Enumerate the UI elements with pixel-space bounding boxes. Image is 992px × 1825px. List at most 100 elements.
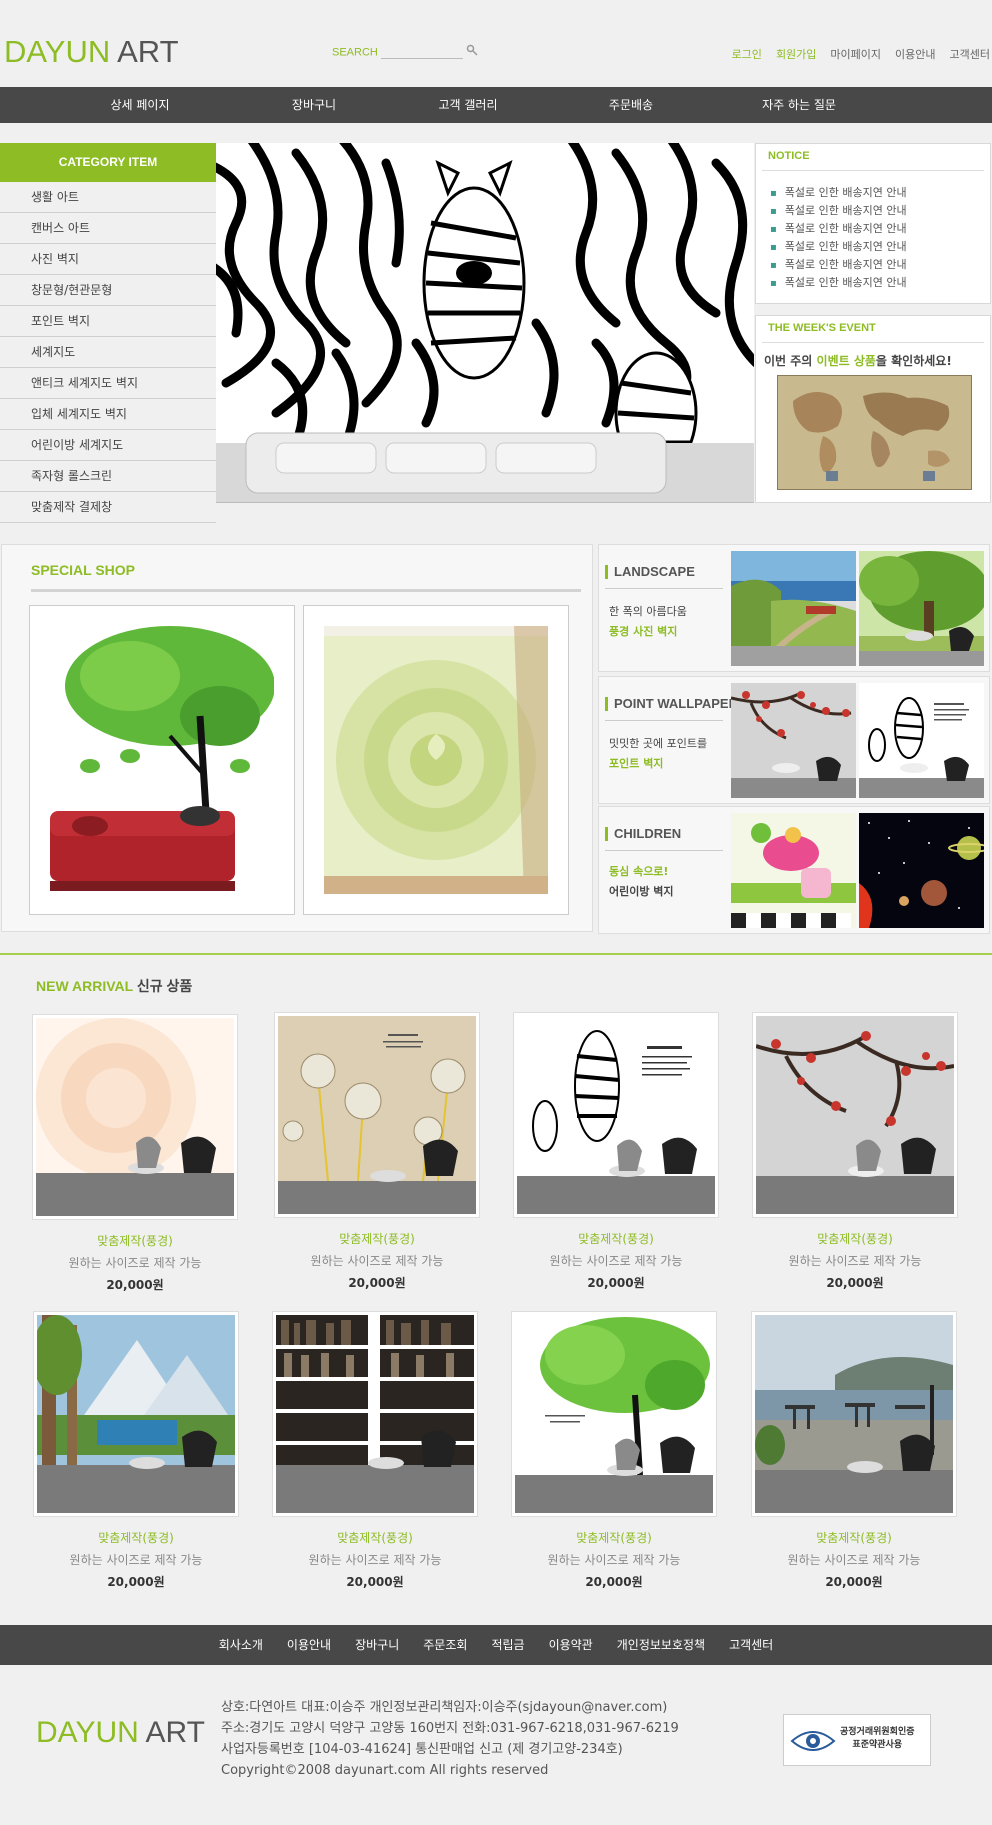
nav-gallery[interactable]: 고객 갤러리 [348, 87, 588, 123]
product-price: 20,000원 [348, 1276, 406, 1290]
guide-link[interactable]: 이용안내 [895, 46, 935, 62]
product-image-terrace-lake[interactable] [751, 1311, 957, 1517]
children-thumb-cartoon[interactable] [731, 813, 856, 928]
footer-link-company[interactable]: 회사소개 [219, 1625, 263, 1665]
search-input[interactable] [380, 46, 463, 59]
logo-dark: ART [117, 34, 179, 69]
landscape-line2: 풍경 사진 벽지 [609, 625, 678, 638]
notice-item[interactable]: 폭설로 인한 배송지연 안내 [770, 274, 990, 292]
category-title: CATEGORY ITEM [0, 143, 216, 182]
product-card[interactable]: 맞춤제작(풍경) 원하는 사이즈로 제작 가능 20,000원 [270, 1311, 480, 1590]
footer-link-order[interactable]: 주문조회 [423, 1625, 467, 1665]
nav-detail[interactable]: 상세 페이지 [0, 87, 280, 123]
product-price: 20,000원 [826, 1276, 884, 1290]
search-icon[interactable] [466, 44, 478, 56]
mypage-link[interactable]: 마이페이지 [830, 46, 881, 62]
point-thumb-zebra[interactable] [859, 683, 984, 798]
product-image-bookshelf[interactable] [272, 1311, 478, 1517]
product-image-mountain-lake[interactable] [33, 1311, 239, 1517]
notice-item[interactable]: 폭설로 인한 배송지연 안내 [770, 256, 990, 274]
product-card[interactable]: 맞춤제작(풍경) 원하는 사이즈로 제작 가능 20,000원 [511, 1012, 721, 1291]
divider [605, 850, 723, 851]
category-item[interactable]: 앤티크 세계지도 벽지 [0, 368, 216, 399]
badge-text: 공정거래위원회인증 표준약관사용 [840, 1726, 915, 1752]
category-item[interactable]: 맞춤제작 결제창 [0, 492, 216, 523]
login-link[interactable]: 로그인 [732, 46, 762, 62]
product-card[interactable]: 맞춤제작(풍경) 원하는 사이즈로 제작 가능 20,000원 [272, 1012, 482, 1291]
product-card[interactable]: 맞춤제작(풍경) 원하는 사이즈로 제작 가능 20,000원 [30, 1014, 240, 1293]
product-image-zebra[interactable] [513, 1012, 719, 1218]
category-item[interactable]: 입체 세계지도 벽지 [0, 399, 216, 430]
point-wallpaper-category-box[interactable]: POINT WALLPAPER 밋밋한 곳에 포인트를 포인트 벽지 [598, 676, 990, 804]
product-desc: 원하는 사이즈로 제작 가능 [68, 1256, 202, 1270]
notice-item[interactable]: 폭설로 인한 배송지연 안내 [770, 202, 990, 220]
product-card[interactable]: 맞춤제작(풍경) 원하는 사이즈로 제작 가능 20,000원 [750, 1012, 960, 1291]
product-desc: 원하는 사이즈로 제작 가능 [788, 1254, 922, 1268]
product-image-rose[interactable] [32, 1014, 238, 1220]
fair-trade-badge[interactable]: 공정거래위원회인증 표준약관사용 [783, 1714, 931, 1766]
nav-cart[interactable]: 장바구니 [280, 87, 348, 123]
footer-link-privacy[interactable]: 개인정보보호정책 [617, 1625, 705, 1665]
product-card[interactable]: 맞춤제작(풍경) 원하는 사이즈로 제작 가능 20,000원 [749, 1311, 959, 1590]
product-image-dandelion[interactable] [274, 1012, 480, 1218]
product-card[interactable]: 맞춤제작(풍경) 원하는 사이즈로 제작 가능 20,000원 [509, 1311, 719, 1590]
event-world-map-image[interactable] [777, 375, 972, 490]
product-image-blossom[interactable] [752, 1012, 958, 1218]
product-name: 맞춤제작(풍경) [97, 1234, 173, 1248]
product-desc: 원하는 사이즈로 제작 가능 [310, 1254, 444, 1268]
product-desc: 원하는 사이즈로 제작 가능 [308, 1553, 442, 1567]
category-item[interactable]: 캔버스 아트 [0, 213, 216, 244]
special-product-green-rose[interactable] [303, 605, 569, 915]
category-item[interactable]: 창문형/현관문형 [0, 275, 216, 306]
product-name: 맞춤제작(풍경) [339, 1232, 415, 1246]
notice-box: NOTICE 폭설로 인한 배송지연 안내 폭설로 인한 배송지연 안내 폭설로… [755, 143, 991, 304]
children-line1: 동심 속으로! [609, 865, 669, 878]
notice-item[interactable]: 폭설로 인한 배송지연 안내 [770, 184, 990, 202]
landscape-line1: 한 폭의 아름다움 [609, 605, 687, 618]
footer-link-guide[interactable]: 이용안내 [287, 1625, 331, 1665]
badge-line2: 표준약관사용 [852, 1740, 903, 1750]
children-thumb-space[interactable] [859, 813, 984, 928]
divider [605, 720, 723, 721]
product-desc: 원하는 사이즈로 제작 가능 [549, 1254, 683, 1268]
landscape-thumb-coast[interactable] [731, 551, 856, 666]
footer-logo[interactable]: DAYUN ART [36, 1716, 205, 1750]
special-product-tree-sofa[interactable] [29, 605, 295, 915]
main-nav: 상세 페이지 장바구니 고객 갤러리 주문배송 자주 하는 질문 [0, 87, 992, 123]
nav-order[interactable]: 주문배송 [588, 87, 674, 123]
hero-banner-image[interactable] [216, 143, 754, 503]
product-name: 맞춤제작(풍경) [337, 1531, 413, 1545]
support-link[interactable]: 고객센터 [950, 46, 990, 62]
site-logo[interactable]: DAYUN ART [4, 34, 179, 70]
category-item[interactable]: 생활 아트 [0, 182, 216, 213]
children-line2: 어린이방 벽지 [609, 885, 674, 898]
point-thumb-blossom[interactable] [731, 683, 856, 798]
product-price: 20,000원 [106, 1278, 164, 1292]
children-category-box[interactable]: CHILDREN 동심 속으로! 어린이방 벽지 [598, 806, 990, 934]
footer-link-cart[interactable]: 장바구니 [355, 1625, 399, 1665]
category-item[interactable]: 포인트 벽지 [0, 306, 216, 337]
footer-link-support[interactable]: 고객센터 [729, 1625, 773, 1665]
footer-link-points[interactable]: 적립금 [491, 1625, 524, 1665]
search-box[interactable]: SEARCH [332, 46, 463, 59]
notice-item[interactable]: 폭설로 인한 배송지연 안내 [770, 220, 990, 238]
point-wallpaper-line1: 밋밋한 곳에 포인트를 [609, 737, 708, 750]
category-item[interactable]: 세계지도 [0, 337, 216, 368]
category-item[interactable]: 어린이방 세계지도 [0, 430, 216, 461]
search-label: SEARCH [332, 46, 378, 59]
category-item[interactable]: 사진 벽지 [0, 244, 216, 275]
nav-faq[interactable]: 자주 하는 질문 [674, 87, 924, 123]
notice-item[interactable]: 폭설로 인한 배송지연 안내 [770, 238, 990, 256]
footer-link-terms[interactable]: 이용약관 [549, 1625, 593, 1665]
product-name: 맞춤제작(풍경) [98, 1531, 174, 1545]
landscape-category-box[interactable]: LANDSCAPE 한 폭의 아름다움 풍경 사진 벽지 [598, 544, 990, 672]
category-item[interactable]: 족자형 롤스크린 [0, 461, 216, 492]
event-title: THE WEEK'S EVENT [768, 322, 876, 334]
product-price: 20,000원 [825, 1575, 883, 1589]
company-info-line: 사업자등록번호 [104-03-41624] 통신판매업 신고 (제 경기고양-… [221, 1742, 623, 1757]
product-image-green-tree[interactable] [511, 1311, 717, 1517]
product-card[interactable]: 맞춤제작(풍경) 원하는 사이즈로 제작 가능 20,000원 [31, 1311, 241, 1590]
landscape-thumb-tree[interactable] [859, 551, 984, 666]
product-price: 20,000원 [587, 1276, 645, 1290]
signup-link[interactable]: 회원가입 [776, 46, 816, 62]
